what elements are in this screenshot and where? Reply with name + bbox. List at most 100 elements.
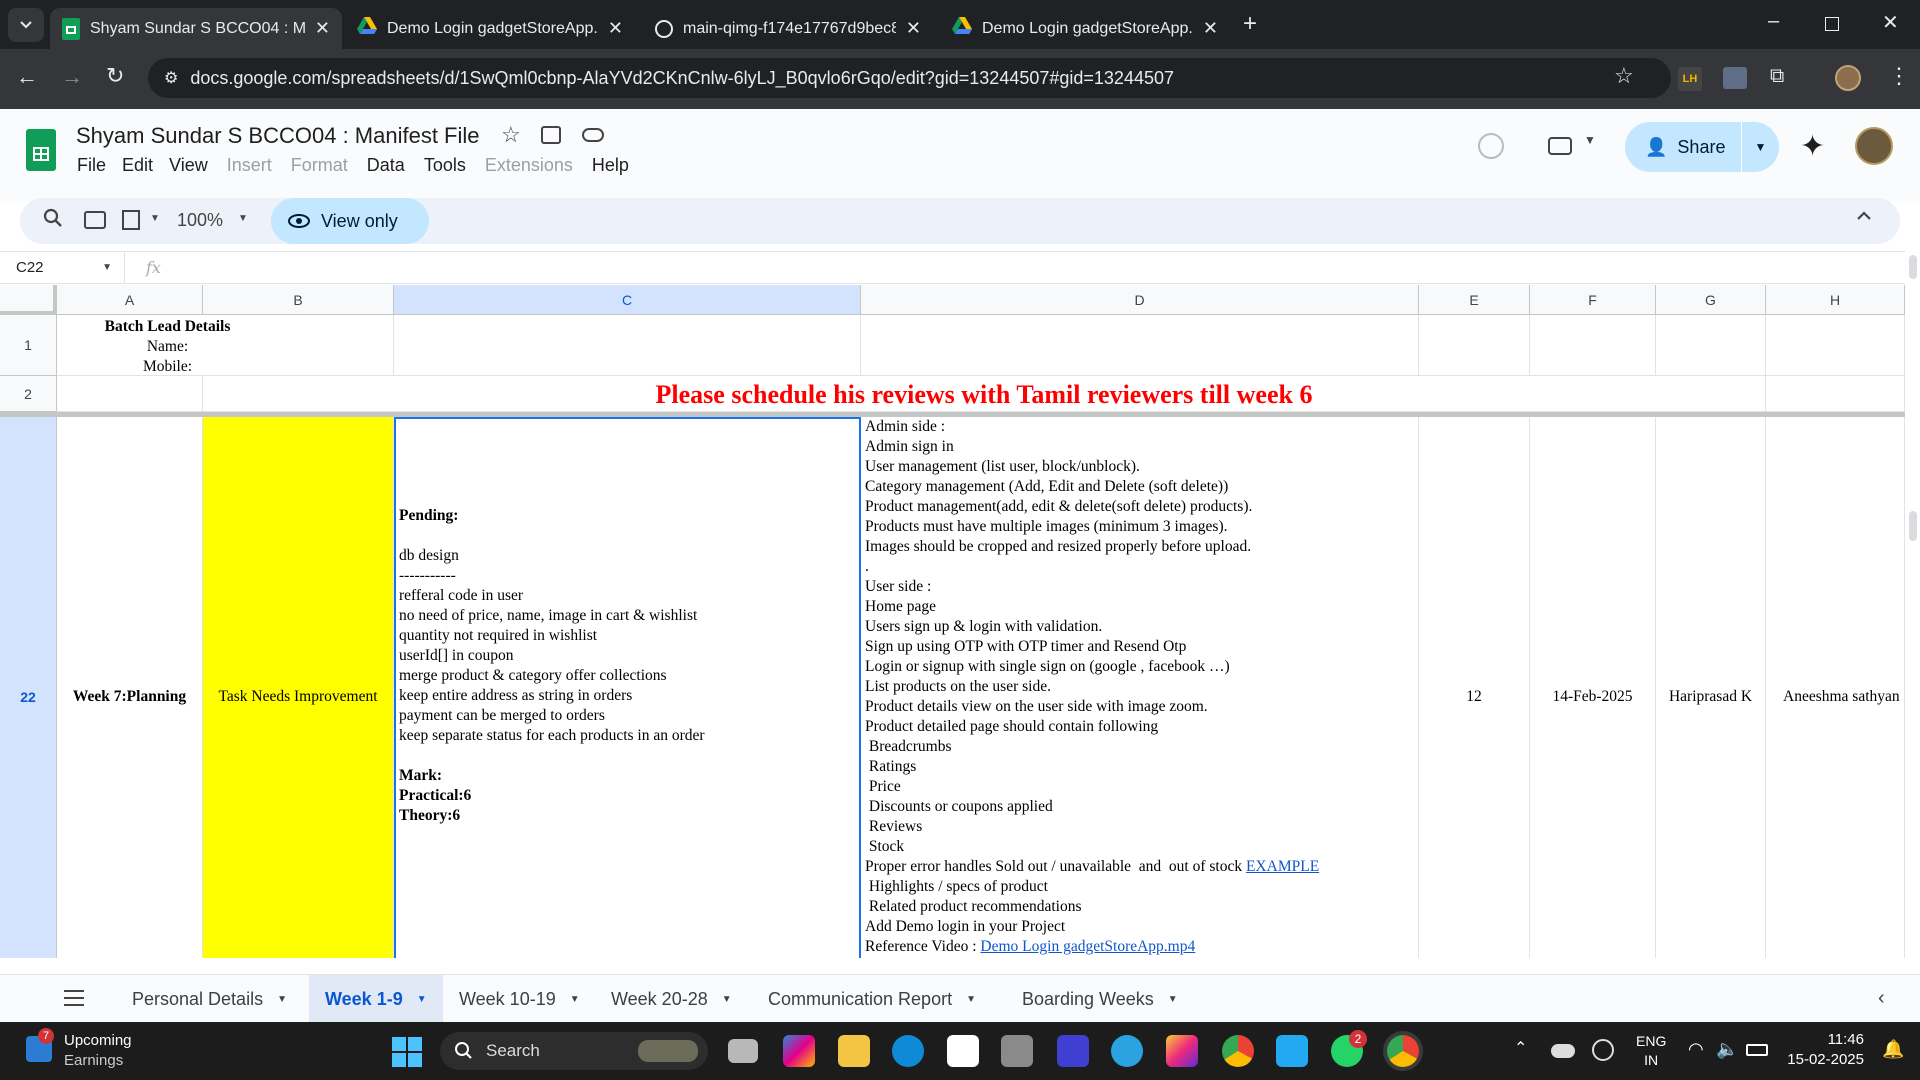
name-box[interactable]: C22 ▼ xyxy=(0,252,125,283)
cell-e22[interactable]: 12 xyxy=(1419,417,1530,958)
column-header-a[interactable]: A xyxy=(57,285,203,315)
print-icon[interactable] xyxy=(84,211,106,229)
taskbar-search[interactable]: Search xyxy=(440,1032,708,1070)
close-tab-icon[interactable]: ✕ xyxy=(315,18,330,39)
zoom-select[interactable]: 100% xyxy=(177,210,223,231)
gemini-sparkle-icon[interactable]: ✦ xyxy=(1800,129,1825,164)
extension-image-icon[interactable] xyxy=(1723,67,1747,89)
browser-tab[interactable]: Demo Login gadgetStoreApp.m ✕ xyxy=(940,8,1230,49)
cell-c1[interactable] xyxy=(394,315,861,376)
cell-d1[interactable] xyxy=(861,315,1419,376)
browser-tab[interactable]: main-qimg-f174e17767d9bec8 ✕ xyxy=(643,8,933,49)
column-header-h[interactable]: H xyxy=(1766,285,1905,315)
cell-e1[interactable] xyxy=(1419,315,1530,376)
formula-input[interactable] xyxy=(178,252,1898,283)
bookmark-star-icon[interactable]: ☆ xyxy=(1614,63,1634,89)
browser-tab-active[interactable]: Shyam Sundar S BCCO04 : Man ✕ xyxy=(50,8,342,49)
menu-insert[interactable]: Insert xyxy=(227,155,272,176)
sheet-tab-week-10-19[interactable]: Week 10-19 ▼ xyxy=(443,975,596,1023)
all-sheets-icon[interactable] xyxy=(64,990,84,1006)
row-header-1[interactable]: 1 xyxy=(0,315,57,376)
minimize-button[interactable]: – xyxy=(1768,10,1779,33)
back-button[interactable]: ← xyxy=(16,64,38,90)
math-app-icon[interactable] xyxy=(1057,1035,1089,1067)
browser-tab[interactable]: Demo Login gadgetStoreApp.m ✕ xyxy=(345,8,635,49)
cell-g1[interactable] xyxy=(1656,315,1766,376)
cell-f1[interactable] xyxy=(1530,315,1656,376)
browser-menu-icon[interactable]: ⋮ xyxy=(1888,63,1910,89)
copilot-icon[interactable] xyxy=(783,1035,815,1067)
file-explorer-icon[interactable] xyxy=(838,1035,870,1067)
app-hexagon-icon[interactable] xyxy=(1001,1035,1033,1067)
document-title[interactable]: Shyam Sundar S BCCO04 : Manifest File xyxy=(76,123,480,149)
close-tab-icon[interactable]: ✕ xyxy=(1203,18,1218,39)
view-only-chip[interactable]: View only xyxy=(271,198,429,244)
cell-g22[interactable]: Hariprasad K xyxy=(1656,417,1766,958)
sheet-tab-personal-details[interactable]: Personal Details ▼ xyxy=(116,975,303,1023)
extension-lh-icon[interactable]: LH xyxy=(1678,67,1702,91)
profile-avatar[interactable] xyxy=(1835,65,1861,91)
url-text[interactable]: docs.google.com/spreadsheets/d/1SwQml0cb… xyxy=(190,68,1174,89)
sheets-logo-icon[interactable] xyxy=(26,129,56,171)
reload-button[interactable]: ↻ xyxy=(106,63,124,89)
column-header-d[interactable]: D xyxy=(861,285,1419,315)
menu-help[interactable]: Help xyxy=(592,155,629,176)
meet-icon[interactable] xyxy=(1548,137,1572,155)
omnibox[interactable]: ⚙ docs.google.com/spreadsheets/d/1SwQml0… xyxy=(148,58,1671,98)
star-icon[interactable]: ☆ xyxy=(501,122,521,148)
battery-icon[interactable] xyxy=(1746,1044,1768,1056)
menu-format[interactable]: Format xyxy=(291,155,348,176)
forward-button[interactable]: → xyxy=(61,64,83,90)
show-hidden-icons[interactable]: ⌃ xyxy=(1514,1038,1527,1058)
volume-icon[interactable]: 🔈 xyxy=(1716,1039,1738,1060)
onedrive-icon[interactable] xyxy=(1551,1044,1575,1058)
restore-button[interactable] xyxy=(1825,17,1839,31)
cell-a22[interactable]: Week 7:Planning xyxy=(57,417,203,958)
row-header-22[interactable]: 22 xyxy=(0,417,57,958)
chevron-down-icon[interactable]: ▼ xyxy=(238,213,248,224)
select-all-corner[interactable] xyxy=(0,285,57,315)
menu-data[interactable]: Data xyxy=(367,155,405,176)
column-header-g[interactable]: G xyxy=(1656,285,1766,315)
menu-tools[interactable]: Tools xyxy=(424,155,466,176)
cell-f22[interactable]: 14-Feb-2025 xyxy=(1530,417,1656,958)
cell-d22[interactable]: Admin side : Admin sign in User manageme… xyxy=(861,417,1419,958)
column-header-b[interactable]: B xyxy=(203,285,394,315)
store-icon[interactable] xyxy=(947,1035,979,1067)
instagram-icon[interactable] xyxy=(1166,1035,1198,1067)
sheet-tab-week-1-9[interactable]: Week 1-9 ▼ xyxy=(309,975,443,1023)
chrome-icon[interactable] xyxy=(1222,1035,1254,1067)
cloud-status-icon[interactable] xyxy=(582,128,604,142)
menu-view[interactable]: View xyxy=(169,155,208,176)
column-header-e[interactable]: E xyxy=(1419,285,1530,315)
telegram-icon[interactable] xyxy=(1111,1035,1143,1067)
cell-a1-b1[interactable]: Batch Lead Details Name: Mobile: xyxy=(57,315,394,376)
chevron-down-icon[interactable]: ▼ xyxy=(150,213,160,224)
site-info-icon[interactable]: ⚙ xyxy=(164,68,178,88)
menu-edit[interactable]: Edit xyxy=(122,155,153,176)
search-icon[interactable] xyxy=(42,207,64,232)
vertical-scroll-thumb-top[interactable] xyxy=(1909,255,1917,279)
menu-file[interactable]: File xyxy=(77,155,106,176)
column-header-f[interactable]: F xyxy=(1530,285,1656,315)
notification-bell-icon[interactable]: 🔔 xyxy=(1882,1039,1904,1060)
vertical-scrollbar[interactable] xyxy=(1905,251,1920,958)
clock[interactable]: 11:46 15-02-2025 xyxy=(1784,1030,1864,1070)
cell-c22-selected[interactable]: Pending: db design ----------- refferal … xyxy=(394,417,861,958)
window-close-button[interactable]: ✕ xyxy=(1882,10,1899,35)
reference-video-link[interactable]: Demo Login gadgetStoreApp.mp4 xyxy=(980,938,1195,955)
scroll-tabs-left-icon[interactable]: ‹ xyxy=(1878,987,1885,1010)
sheet-tab-week-20-28[interactable]: Week 20-28 ▼ xyxy=(595,975,748,1023)
cell-h22[interactable]: Aneeshma sathyan xyxy=(1766,417,1905,958)
extensions-puzzle-icon[interactable]: ⧉ xyxy=(1770,65,1784,88)
task-view-icon[interactable] xyxy=(728,1039,758,1063)
cell-h2[interactable] xyxy=(1766,376,1905,412)
cell-a2[interactable] xyxy=(57,376,203,412)
edge-icon[interactable] xyxy=(892,1035,924,1067)
sync-icon[interactable] xyxy=(1592,1039,1614,1061)
paint-format-icon[interactable] xyxy=(122,210,140,230)
cell-h1[interactable] xyxy=(1766,315,1905,376)
wifi-icon[interactable]: ◠ xyxy=(1688,1039,1704,1060)
close-tab-icon[interactable]: ✕ xyxy=(608,18,623,39)
chevron-down-icon[interactable]: ▼ xyxy=(1584,133,1596,147)
